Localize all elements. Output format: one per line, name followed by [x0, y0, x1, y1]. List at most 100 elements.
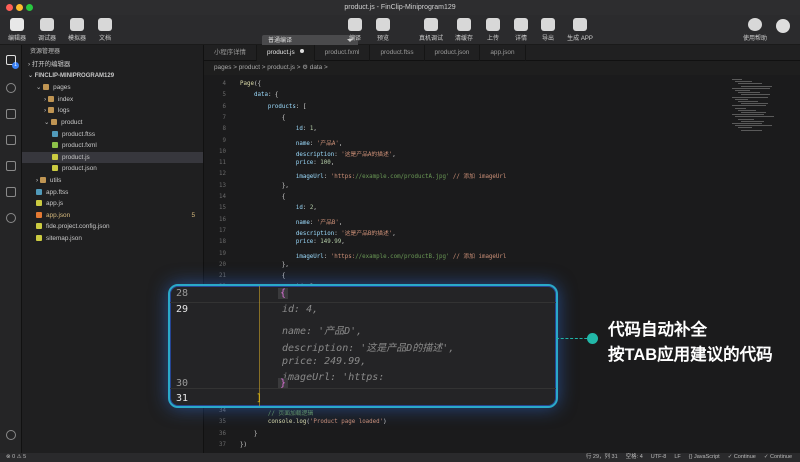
line-number: 13	[219, 182, 226, 189]
line-number: 5	[222, 92, 227, 99]
gear-icon[interactable]	[6, 430, 16, 440]
debugger-button[interactable]: 调试器	[34, 18, 60, 43]
code-line[interactable]: name: '产品B',	[240, 217, 343, 226]
unsaved-dot-icon	[299, 49, 304, 53]
code-line[interactable]: },	[240, 262, 289, 268]
file-icon	[52, 142, 58, 149]
code-line[interactable]: })	[240, 442, 247, 448]
file-tree-item[interactable]: › index	[22, 94, 203, 106]
code-line[interactable]: description: '这是产品A的描述',	[240, 149, 396, 158]
code-line[interactable]: {	[240, 273, 286, 279]
help-button[interactable]: 使用帮助	[742, 18, 768, 43]
minimize-window-button[interactable]	[16, 4, 23, 11]
code-line[interactable]: {	[240, 194, 286, 200]
build-app-button[interactable]: 生成 APP	[567, 18, 593, 43]
file-icon	[36, 234, 42, 241]
overlay-code-line: name: '产品D',	[282, 326, 363, 337]
code-line[interactable]: name: '产品A',	[240, 138, 343, 147]
search-icon[interactable]	[6, 83, 16, 93]
compile-button[interactable]: 编译	[342, 18, 368, 43]
file-tree-item[interactable]: fide.project.config.json	[22, 221, 203, 233]
code-line[interactable]: },	[240, 183, 289, 189]
code-line[interactable]: data: {	[240, 92, 278, 98]
code-line[interactable]: imageUrl: 'https://example.com/productA.…	[240, 171, 507, 180]
file-tree-item[interactable]: ⌄ pages	[22, 82, 203, 94]
code-line[interactable]: Page({	[240, 81, 261, 87]
extensions-icon[interactable]	[6, 161, 16, 171]
help-icon	[748, 18, 762, 31]
status-item[interactable]: ✓ Continue	[728, 453, 756, 462]
device-debug-button[interactable]: 真机调试	[418, 18, 444, 43]
file-tree-item[interactable]: › utils	[22, 175, 203, 187]
tab-label: product.json	[434, 49, 470, 56]
project-section[interactable]: ⌄ FINCLIP-MINIPROGRAM129	[22, 71, 203, 83]
editor-tab[interactable]: product.fxml	[315, 45, 371, 61]
status-item[interactable]: 空格: 4	[626, 453, 643, 462]
file-tree-item[interactable]: product.js	[22, 151, 203, 164]
minimap-line	[741, 112, 766, 113]
file-tree-item[interactable]: product.json	[22, 163, 203, 175]
close-window-button[interactable]	[6, 4, 13, 11]
code-line[interactable]: description: '这是产品B的描述',	[240, 228, 396, 237]
line-number: 9	[222, 137, 227, 144]
docs-button[interactable]: 文档	[92, 18, 118, 43]
open-editors-section[interactable]: › 打开的编辑器	[22, 59, 203, 71]
code-line[interactable]: products: [	[240, 104, 306, 110]
file-tree-label: app.ftss	[46, 188, 69, 196]
file-tree-item[interactable]: › logs	[22, 105, 203, 117]
editor-button[interactable]: 编辑器	[4, 18, 30, 43]
avatar[interactable]	[776, 19, 790, 33]
status-item[interactable]: UTF-8	[651, 453, 667, 462]
file-tree-item[interactable]: sitemap.json	[22, 233, 203, 245]
plugin-icon[interactable]	[6, 187, 16, 197]
code-line[interactable]: // 页面加载逻辑	[240, 408, 313, 417]
maximize-window-button[interactable]	[26, 4, 33, 11]
code-line[interactable]: imageUrl: 'https://example.com/productB.…	[240, 251, 507, 260]
code-line[interactable]: {	[240, 115, 286, 121]
line-number: 34	[219, 408, 226, 414]
file-tree-item[interactable]: product.fxml	[22, 140, 203, 152]
code-line[interactable]: id: 1,	[240, 126, 317, 132]
source-control-icon[interactable]	[6, 109, 16, 119]
file-tree-item[interactable]: app.json 5	[22, 210, 203, 222]
upload-button[interactable]: 上传	[480, 18, 506, 43]
status-item[interactable]: ✓ Continue	[764, 453, 792, 462]
status-item[interactable]: 行 29，列 31	[586, 453, 618, 462]
file-icon	[36, 211, 42, 218]
editor-tab[interactable]: app.json	[480, 45, 526, 61]
file-tree-item[interactable]: app.ftss	[22, 187, 203, 199]
minimap-line	[741, 85, 772, 87]
export-button[interactable]: 导出	[535, 18, 561, 43]
code-line[interactable]: }	[240, 431, 258, 437]
problems-indicator[interactable]: ⊗ 0 ⚠ 5	[6, 453, 26, 462]
file-tree: ⌄ pages › index › logs ⌄ product product.fts…	[22, 82, 203, 244]
file-tree-item[interactable]: product.ftss	[22, 129, 203, 141]
editor-icon	[10, 18, 24, 31]
file-tree-item[interactable]: app.js	[22, 198, 203, 210]
line-number: 6	[222, 103, 227, 110]
line-number: 18	[219, 239, 226, 246]
docs-icon	[98, 18, 112, 31]
editor-tab[interactable]: product.ftss	[370, 45, 425, 61]
simulator-button[interactable]: 模拟器	[64, 18, 90, 43]
run-debug-icon[interactable]	[6, 135, 16, 145]
code-line[interactable]: id: 2,	[240, 205, 317, 211]
editor-tab[interactable]: 小程序详情	[204, 45, 257, 61]
minimap-line	[738, 118, 754, 120]
status-item[interactable]: LF	[674, 453, 680, 462]
details-button[interactable]: 详情	[508, 18, 534, 43]
clear-cache-button[interactable]: 清缓存	[451, 18, 477, 43]
minimap-line	[732, 79, 742, 80]
code-line[interactable]: console.log('Product page loaded')	[240, 419, 387, 425]
file-tree-item[interactable]: ⌄ product	[22, 117, 203, 129]
code-line[interactable]: price: 100,	[240, 160, 334, 166]
cloud-icon[interactable]	[6, 213, 16, 223]
code-line[interactable]: price: 149.99,	[240, 239, 345, 245]
status-item[interactable]: {} JavaScript	[689, 453, 720, 462]
preview-button[interactable]: 预览	[370, 18, 396, 43]
editor-tabs: 小程序详情 product.js product.fxml product.ftss p…	[204, 45, 800, 61]
minimap[interactable]	[732, 75, 782, 135]
editor-tab[interactable]: product.js	[256, 45, 315, 61]
editor-tab[interactable]: product.json	[425, 45, 481, 61]
file-tree-label: app.json	[46, 211, 71, 219]
